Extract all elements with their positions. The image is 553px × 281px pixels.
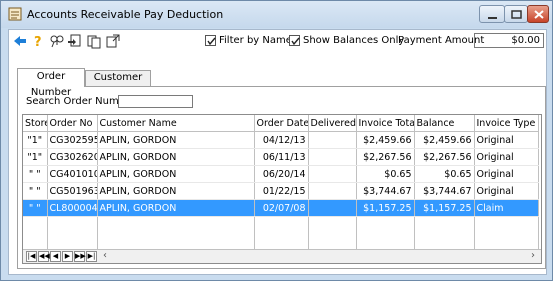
nav-next-button[interactable]: ▶: [62, 251, 73, 262]
cell-order-no: CG401010: [47, 165, 98, 183]
cell-store: "1": [23, 148, 48, 166]
cell-delivered: [308, 165, 357, 183]
close-button[interactable]: [527, 5, 549, 23]
table-row-selected[interactable]: " " CL800004 APLIN, GORDON 02/07/08 $1,1…: [23, 199, 539, 217]
empty-row: [23, 216, 539, 233]
filter-by-name-label: Filter by Name: [219, 35, 292, 46]
cell-invoice-total: $3,744.67: [356, 182, 415, 200]
cell-customer: APLIN, GORDON: [97, 131, 255, 149]
cell-store: " ": [23, 182, 48, 200]
col-order-date[interactable]: Order Date: [254, 115, 309, 132]
cell-invoice-type: Original: [474, 148, 539, 166]
cell-invoice-total: $1,157.25: [356, 199, 415, 217]
cell-balance: $1,157.25: [414, 199, 475, 217]
nav-last-button[interactable]: ▶|: [86, 251, 97, 262]
nav-prev-button[interactable]: ◀: [50, 251, 61, 262]
cell-balance: $2,459.66: [414, 131, 475, 149]
cell-invoice-type: Original: [474, 165, 539, 183]
open-icon[interactable]: [67, 33, 83, 49]
table-row[interactable]: "1" CG302620 APLIN, GORDON 06/11/13 $2,2…: [23, 148, 539, 166]
client-area: ? Filter by Name Show Balances Only Paym…: [8, 29, 547, 275]
col-customer-name[interactable]: Customer Name: [97, 115, 255, 132]
empty-row: [23, 233, 539, 249]
cell-balance: $2,267.56: [414, 148, 475, 166]
cell-invoice-total: $0.65: [356, 165, 415, 183]
cell-invoice-type: Original: [474, 131, 539, 149]
payment-amount-label: Payment Amount: [398, 35, 485, 46]
svg-text:?: ?: [34, 35, 42, 49]
app-icon: [8, 7, 22, 21]
table-row[interactable]: " " CG401010 APLIN, GORDON 06/20/14 $0.6…: [23, 165, 539, 183]
cell-invoice-type: Original: [474, 182, 539, 200]
toolbar: ? Filter by Name Show Balances Only Paym…: [9, 30, 546, 52]
maximize-button[interactable]: [504, 5, 528, 23]
minimize-button[interactable]: [479, 5, 505, 23]
grid-navigator: |◀ ◀◀ ◀ ▶ ▶▶ ▶| ‹ ›: [23, 249, 541, 263]
cell-order-no: CG302620: [47, 148, 98, 166]
cell-customer: APLIN, GORDON: [97, 165, 255, 183]
cell-delivered: [308, 131, 357, 149]
nav-next-page-button[interactable]: ▶▶: [74, 251, 86, 262]
cell-order-date: 06/11/13: [254, 148, 309, 166]
filter-by-name-checkbox[interactable]: [205, 35, 216, 46]
export-icon[interactable]: [105, 33, 121, 49]
table-header-row: Store Order No Customer Name Order Date …: [23, 115, 539, 132]
tab-order-number[interactable]: Order Number: [17, 68, 85, 98]
cell-order-date: 04/12/13: [254, 131, 309, 149]
cell-customer: APLIN, GORDON: [97, 199, 255, 217]
cell-customer: APLIN, GORDON: [97, 182, 255, 200]
show-balances-only-checkbox[interactable]: [289, 35, 300, 46]
col-invoice-total[interactable]: Invoice Total: [356, 115, 415, 132]
cell-order-no: CL800004: [47, 199, 98, 217]
back-arrow-icon[interactable]: [12, 33, 28, 49]
cell-delivered: [308, 148, 357, 166]
cell-order-no: CG302595: [47, 131, 98, 149]
search-order-number-input[interactable]: [118, 95, 193, 108]
cell-order-date: 01/22/15: [254, 182, 309, 200]
tab-customer-name[interactable]: Customer Name: [85, 70, 151, 97]
nav-prev-page-button[interactable]: ◀◀: [38, 251, 50, 262]
cell-invoice-total: $2,267.56: [356, 148, 415, 166]
col-order-no[interactable]: Order No: [47, 115, 98, 132]
table-row[interactable]: " " CG501963 APLIN, GORDON 01/22/15 $3,7…: [23, 182, 539, 200]
col-delivered[interactable]: Delivered: [308, 115, 357, 132]
cell-customer: APLIN, GORDON: [97, 148, 255, 166]
cell-balance: $3,744.67: [414, 182, 475, 200]
nav-first-button[interactable]: |◀: [26, 251, 37, 262]
cell-store: "1": [23, 131, 48, 149]
scroll-left-icon[interactable]: ‹: [103, 250, 107, 261]
cell-order-date: 06/20/14: [254, 165, 309, 183]
window-title: Accounts Receivable Pay Deduction: [27, 8, 224, 21]
find-icon[interactable]: [49, 33, 65, 49]
show-balances-only-label: Show Balances Only: [303, 35, 405, 46]
cell-delivered: [308, 199, 357, 217]
cell-invoice-type: Claim: [474, 199, 539, 217]
cell-invoice-total: $2,459.66: [356, 131, 415, 149]
copy-icon[interactable]: [86, 33, 102, 49]
orders-table: Store Order No Customer Name Order Date …: [23, 115, 539, 249]
cell-store: " ": [23, 199, 48, 217]
order-number-panel: Search Order Number Store Order No Custo…: [17, 86, 546, 269]
cell-order-no: CG501963: [47, 182, 98, 200]
cell-balance: $0.65: [414, 165, 475, 183]
cell-delivered: [308, 182, 357, 200]
scroll-right-icon[interactable]: ›: [531, 250, 535, 261]
help-icon[interactable]: ?: [31, 33, 47, 50]
title-bar[interactable]: Accounts Receivable Pay Deduction: [1, 1, 552, 28]
table-row[interactable]: "1" CG302595 APLIN, GORDON 04/12/13 $2,4…: [23, 131, 539, 149]
orders-grid: Store Order No Customer Name Order Date …: [22, 114, 542, 264]
col-store[interactable]: Store: [23, 115, 48, 132]
col-invoice-type[interactable]: Invoice Type: [474, 115, 539, 132]
cell-store: " ": [23, 165, 48, 183]
app-window: Accounts Receivable Pay Deduction ? Filt…: [0, 0, 553, 281]
payment-amount-input[interactable]: $0.00: [474, 33, 544, 48]
col-balance[interactable]: Balance: [414, 115, 475, 132]
cell-order-date: 02/07/08: [254, 199, 309, 217]
